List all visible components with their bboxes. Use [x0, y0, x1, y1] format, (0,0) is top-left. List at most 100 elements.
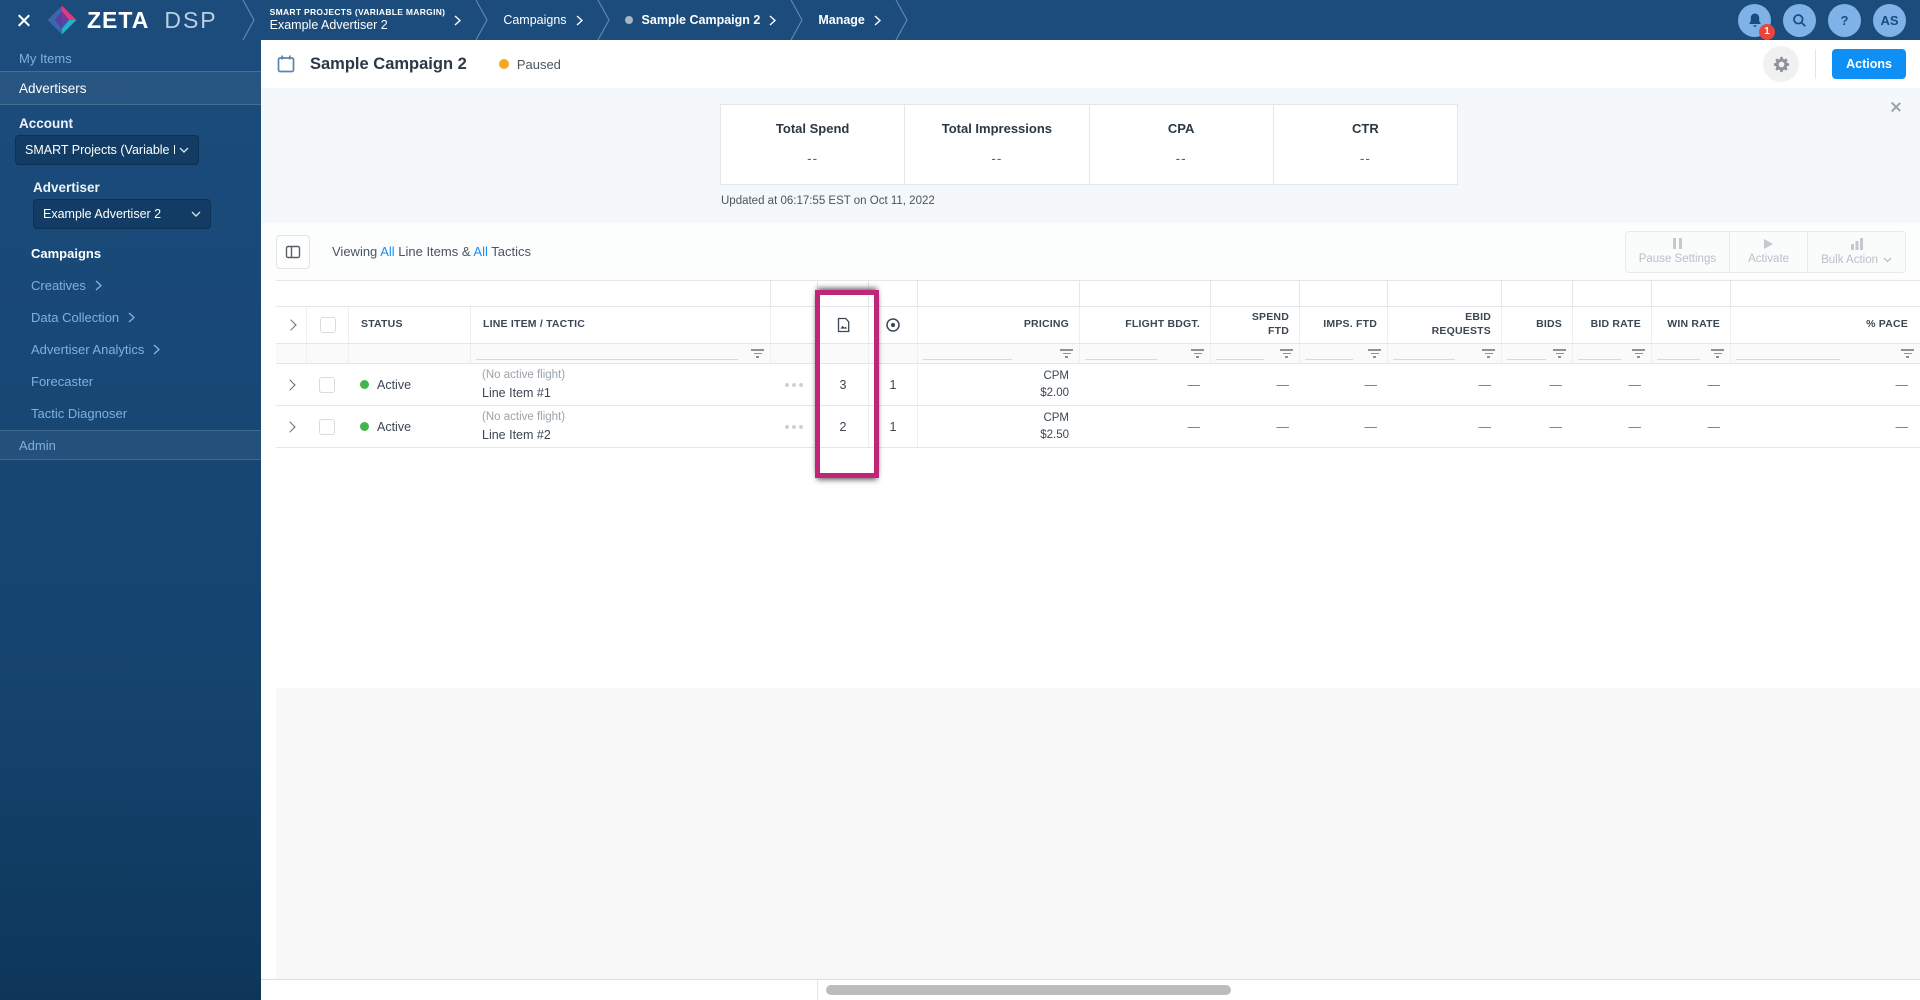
all-tactics-link[interactable]: All — [473, 244, 487, 259]
breadcrumb-advertiser[interactable]: SMART PROJECTS (VARIABLE MARGIN) Example… — [270, 7, 462, 33]
filter-input-win-rate[interactable] — [1657, 359, 1700, 360]
viewing-mid: Line Items & — [394, 244, 474, 259]
sidebar-item-forecaster[interactable]: Forecaster — [31, 374, 93, 389]
breadcrumb-account-name: SMART PROJECTS (VARIABLE MARGIN) — [269, 6, 446, 17]
stat-label: CPA — [1167, 121, 1195, 136]
row-menu-icon[interactable] — [784, 424, 803, 429]
sidebar-item-my-items[interactable]: My Items — [19, 51, 72, 66]
column-header-spend-ftd[interactable]: SPEND FTD — [1231, 311, 1289, 338]
pause-icon — [1672, 238, 1682, 249]
sidebar-item-campaigns[interactable]: Campaigns — [31, 246, 101, 261]
row-menu-icon[interactable] — [784, 382, 803, 387]
row-pricing-type: CPM — [1043, 411, 1069, 424]
column-header-flight-bdgt[interactable]: FLIGHT BDGT. — [1125, 318, 1200, 332]
filter-icon[interactable] — [1711, 349, 1724, 359]
column-header-bid-rate[interactable]: BID RATE — [1591, 318, 1641, 332]
expand-row-chevron-icon[interactable] — [284, 378, 296, 391]
select-all-checkbox[interactable] — [319, 317, 336, 333]
settings-button[interactable] — [1763, 46, 1800, 82]
brand-suffix: DSP — [164, 6, 218, 33]
table-empty-area — [276, 688, 1920, 979]
column-header-imps-ftd[interactable]: IMPS. FTD — [1323, 318, 1377, 332]
search-button[interactable] — [1783, 3, 1816, 37]
filter-input-spend-ftd[interactable] — [1216, 359, 1265, 360]
filter-icon[interactable] — [1191, 349, 1204, 359]
column-header-status[interactable]: STATUS — [361, 318, 403, 332]
row-line-item-name[interactable]: Line Item #1 — [482, 384, 551, 403]
main-content: Sample Campaign 2 Paused Actions Total S… — [261, 40, 1920, 1000]
column-header-ebid-requests[interactable]: EBID REQUESTS — [1411, 311, 1491, 338]
campaign-status-dot — [624, 16, 633, 24]
account-label: Account — [19, 116, 73, 131]
stats-section: Total Spend -- Total Impressions -- CPA … — [261, 88, 1920, 223]
account-select[interactable]: SMART Projects (Variable M... — [15, 135, 199, 165]
row-spend-ftd: — — [1276, 377, 1290, 392]
expand-row-chevron-icon[interactable] — [284, 420, 296, 433]
all-line-items-link[interactable]: All — [380, 244, 394, 259]
filter-input-line-item[interactable] — [476, 359, 738, 360]
row-imps-ftd: — — [1364, 419, 1378, 434]
sidebar-item-data-collection[interactable]: Data Collection — [31, 310, 136, 325]
expand-all-chevron-icon[interactable] — [285, 319, 297, 331]
filter-icon[interactable] — [751, 349, 764, 359]
column-header-pace[interactable]: % PACE — [1866, 318, 1908, 332]
filter-icon[interactable] — [1553, 349, 1566, 359]
filter-input-bid-rate[interactable] — [1578, 359, 1621, 360]
column-header-bids[interactable]: BIDS — [1536, 318, 1562, 332]
notifications-button[interactable]: 1 — [1738, 3, 1775, 40]
row-checkbox[interactable] — [319, 376, 335, 393]
horizontal-scrollbar[interactable] — [826, 985, 1231, 995]
help-button[interactable]: ? — [1828, 3, 1861, 37]
stat-value: -- — [991, 151, 1003, 166]
filter-icon[interactable] — [1280, 349, 1293, 359]
sidebar-item-tactic-diagnoser[interactable]: Tactic Diagnoser — [31, 406, 127, 421]
creatives-icon[interactable] — [837, 317, 850, 333]
breadcrumb-campaigns[interactable]: Campaigns — [503, 13, 583, 27]
actions-button[interactable]: Actions — [1832, 49, 1906, 79]
row-bid-rate: — — [1628, 419, 1642, 434]
row-checkbox[interactable] — [319, 418, 335, 435]
breadcrumb-manage[interactable]: Manage — [818, 13, 881, 27]
pause-settings-button[interactable]: Pause Settings — [1626, 232, 1729, 272]
close-nav-button[interactable] — [0, 0, 46, 40]
brand-logo[interactable]: ZETA DSP — [46, 4, 218, 36]
row-flight-note: (No active flight) — [482, 368, 566, 381]
filter-input-pace[interactable] — [1736, 359, 1840, 360]
sidebar-item-creatives[interactable]: Creatives — [31, 278, 102, 293]
filter-icon[interactable] — [1482, 349, 1495, 359]
column-header-line-item-tactic[interactable]: LINE ITEM / TACTIC — [483, 318, 585, 332]
viewing-summary: Viewing All Line Items & All Tactics — [332, 244, 531, 259]
advertiser-select[interactable]: Example Advertiser 2 — [33, 199, 211, 229]
column-header-pricing[interactable]: PRICING — [1024, 318, 1069, 332]
breadcrumb-advertiser-label: Example Advertiser 2 — [269, 17, 388, 32]
filter-input-imps-ftd[interactable] — [1305, 359, 1353, 360]
chevron-right-icon — [153, 344, 161, 355]
breadcrumb-separator-icon — [790, 0, 804, 40]
gear-icon — [1773, 56, 1789, 72]
row-creatives-count: 3 — [839, 377, 847, 392]
tactic-target-icon[interactable] — [885, 317, 901, 333]
user-avatar[interactable]: AS — [1873, 3, 1906, 37]
filter-icon[interactable] — [1060, 349, 1073, 359]
filter-input-ebid-requests[interactable] — [1393, 359, 1456, 360]
active-status-dot — [360, 422, 369, 431]
column-settings-button[interactable] — [276, 234, 310, 269]
filter-icon[interactable] — [1368, 349, 1381, 359]
filter-input-bids[interactable] — [1507, 359, 1546, 360]
filter-input-flight-bdgt[interactable] — [1085, 359, 1157, 360]
sidebar-item-advertisers[interactable]: Advertisers — [0, 71, 261, 105]
filter-icon[interactable] — [1632, 349, 1645, 359]
activate-button[interactable]: Activate — [1729, 231, 1807, 272]
stat-value: -- — [807, 151, 819, 166]
breadcrumb-campaign[interactable]: Sample Campaign 2 — [624, 13, 777, 27]
column-header-win-rate[interactable]: WIN RATE — [1667, 318, 1720, 332]
filter-icon[interactable] — [1901, 349, 1914, 359]
sidebar-item-advertiser-analytics[interactable]: Advertiser Analytics — [31, 342, 161, 357]
bulk-action-button[interactable]: Bulk Action — [1807, 231, 1905, 272]
filter-input-pricing[interactable] — [923, 359, 1012, 360]
sidebar-item-admin[interactable]: Admin — [0, 430, 261, 460]
sidebar-item-label: Forecaster — [31, 374, 94, 389]
row-line-item-name[interactable]: Line Item #2 — [482, 426, 551, 445]
close-stats-button[interactable] — [1889, 100, 1903, 114]
advertiser-label: Advertiser — [33, 180, 100, 195]
